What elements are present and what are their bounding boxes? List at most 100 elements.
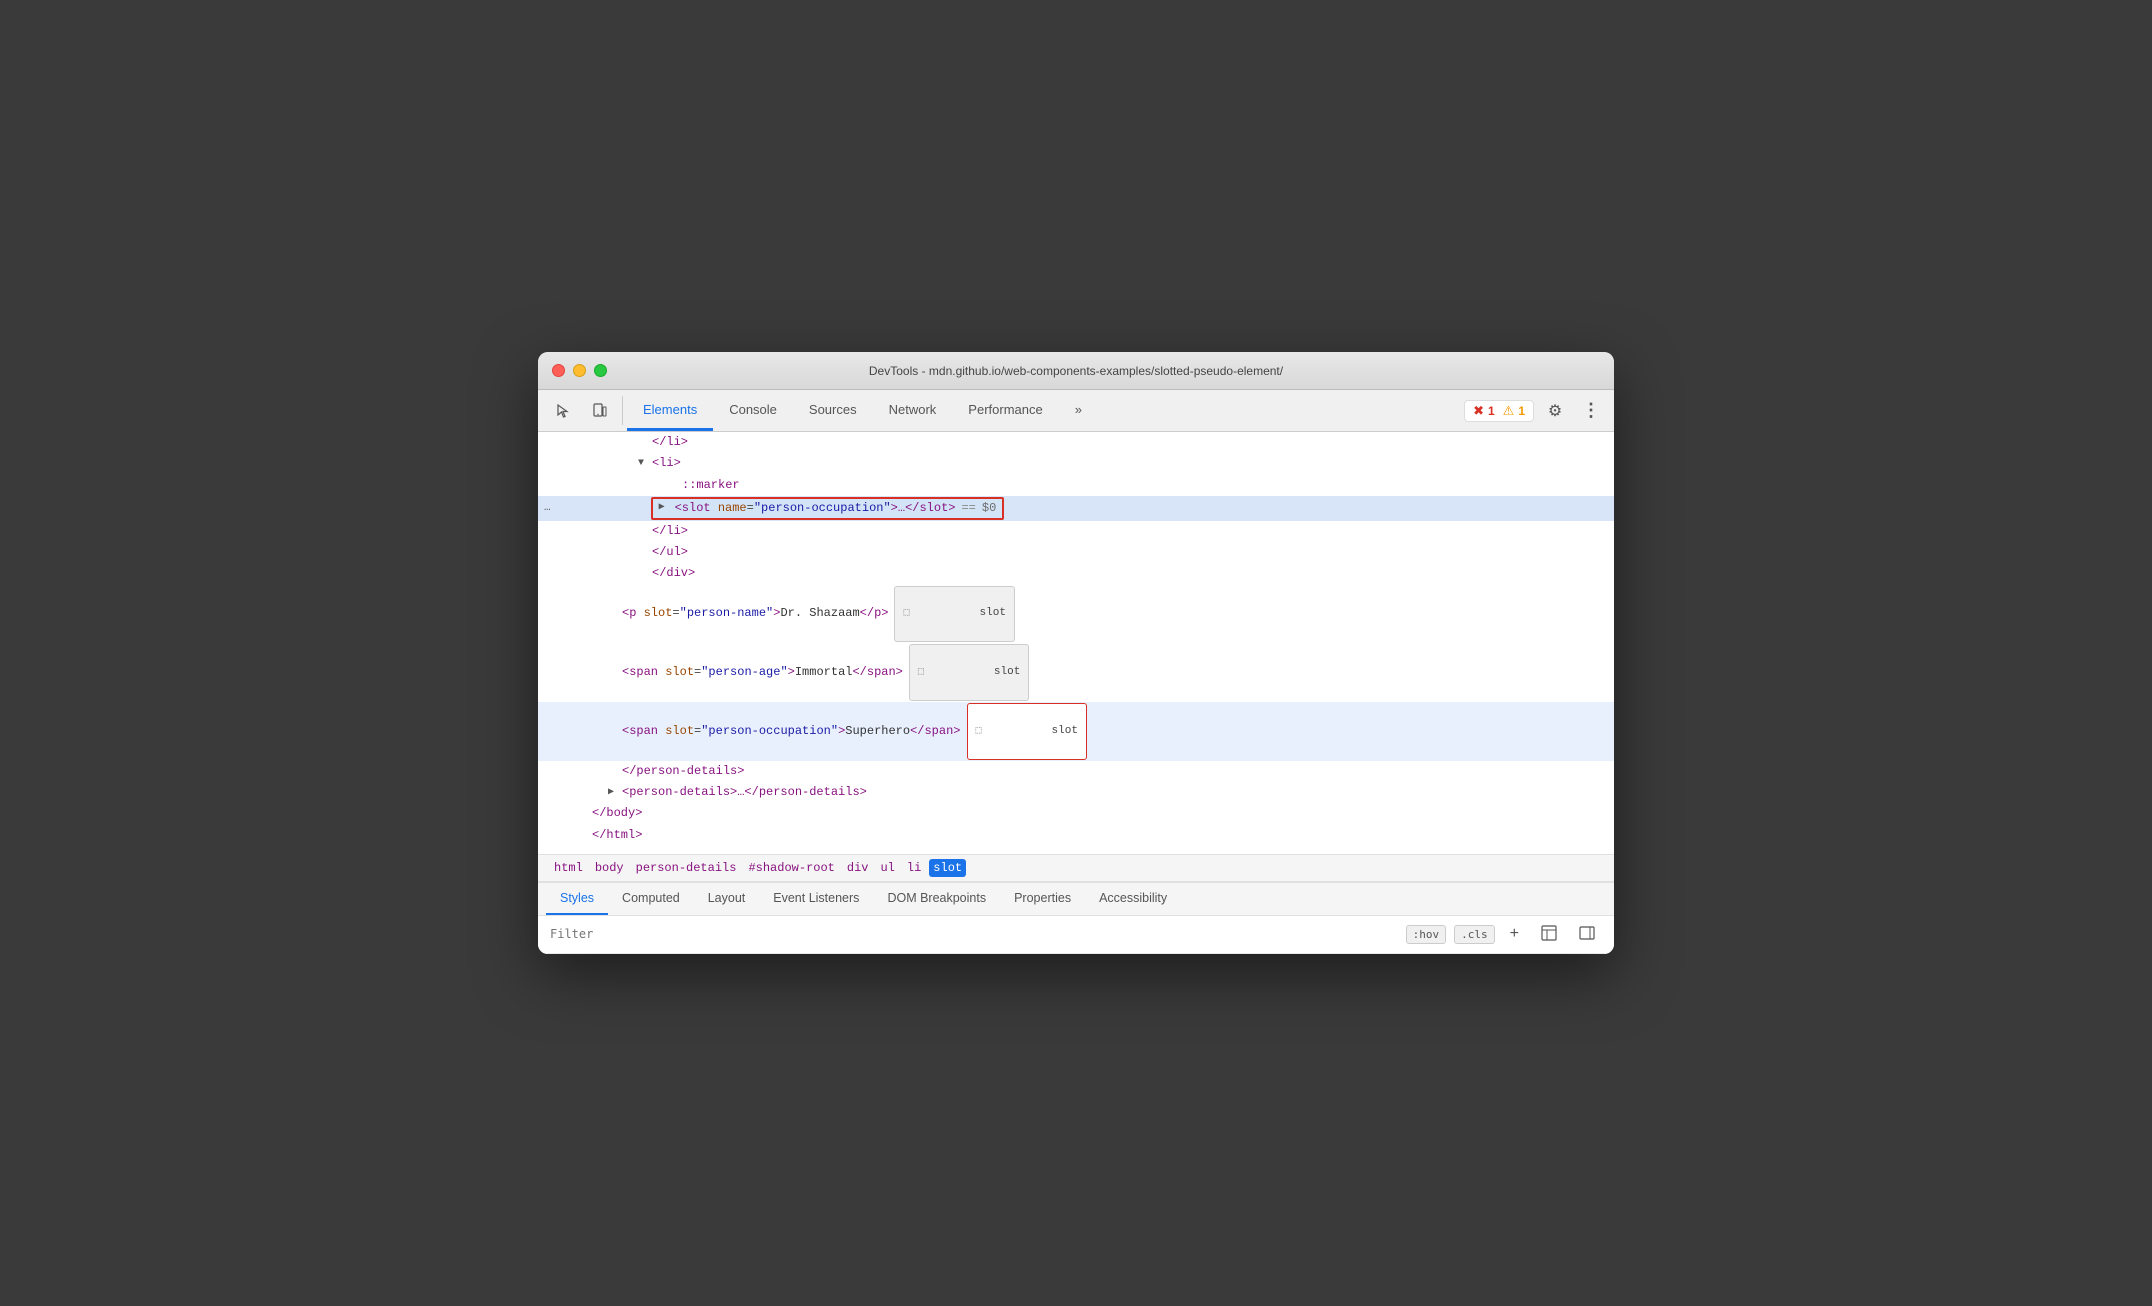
tab-elements[interactable]: Elements <box>627 390 713 431</box>
filter-input[interactable] <box>550 927 1398 941</box>
tag-li-close: </li> <box>652 433 688 452</box>
xml-line-html-close[interactable]: </html> <box>538 825 1614 846</box>
tab-styles[interactable]: Styles <box>546 883 608 915</box>
device-mode-button[interactable] <box>582 390 618 431</box>
sidebar-icon-button[interactable] <box>1572 922 1602 947</box>
tag-span-occ-gt: > <box>838 722 845 741</box>
more-icon: ⋮ <box>1582 400 1600 421</box>
tag-slot-open: <slot <box>675 499 718 518</box>
breadcrumb-shadow-root[interactable]: #shadow-root <box>744 859 838 877</box>
slot-badge-name[interactable]: ⬚ slot <box>894 586 1014 643</box>
settings-button[interactable]: ⚙ <box>1540 396 1570 426</box>
tab-more[interactable]: » <box>1059 390 1098 431</box>
computed-icon-button[interactable] <box>1534 922 1564 947</box>
tab-performance[interactable]: Performance <box>952 390 1058 431</box>
traffic-lights <box>552 364 607 377</box>
xml-line-marker[interactable]: ::marker <box>538 475 1614 496</box>
xml-line-person-close[interactable]: </person-details> <box>538 761 1614 782</box>
xml-line-li-close2[interactable]: </li> <box>538 521 1614 542</box>
xml-line-slot[interactable]: … <slot name="person-occupation">…</slot… <box>538 496 1614 521</box>
inspect-element-button[interactable] <box>546 390 582 431</box>
tag-p-gt: > <box>773 604 780 623</box>
tab-sources[interactable]: Sources <box>793 390 873 431</box>
error-icon: ✖ <box>1473 403 1484 419</box>
attr-val-person-name: "person-name" <box>680 604 774 623</box>
titlebar: DevTools - mdn.github.io/web-components-… <box>538 352 1614 390</box>
attr-value-person-occupation: "person-occupation" <box>754 499 891 518</box>
xml-line-person-open[interactable]: <person-details>…</person-details> <box>538 782 1614 803</box>
slot-badge-icon-3: ⬚ <box>976 724 982 740</box>
tab-properties[interactable]: Properties <box>1000 883 1085 915</box>
xml-line-li-open[interactable]: <li> <box>538 453 1614 474</box>
breadcrumb-div[interactable]: div <box>843 859 873 877</box>
tag-ul-close: </ul> <box>652 543 688 562</box>
triangle-li[interactable] <box>638 456 652 472</box>
cursor-icon <box>556 403 572 419</box>
dots-button[interactable]: … <box>538 500 557 518</box>
xml-line-li-close[interactable]: </li> <box>538 432 1614 453</box>
tab-console[interactable]: Console <box>713 390 793 431</box>
warning-count: 1 <box>1518 404 1525 418</box>
slot-badge-icon-1: ⬚ <box>903 606 909 622</box>
maximize-button[interactable] <box>594 364 607 377</box>
breadcrumb-ul[interactable]: ul <box>876 859 898 877</box>
sidebar-icon <box>1579 925 1595 941</box>
xml-line-p-slot[interactable]: <p slot="person-name">Dr. Shazaam</p> ⬚ … <box>538 585 1614 644</box>
tab-layout[interactable]: Layout <box>694 883 760 915</box>
tab-computed[interactable]: Computed <box>608 883 694 915</box>
tab-dom-breakpoints[interactable]: DOM Breakpoints <box>873 883 1000 915</box>
xml-line-span-occ[interactable]: <span slot="person-occupation">Superhero… <box>538 702 1614 761</box>
toolbar-separator-1 <box>622 396 623 425</box>
xml-line-div-close[interactable]: </div> <box>538 563 1614 584</box>
add-style-button[interactable]: + <box>1503 922 1526 946</box>
tab-network[interactable]: Network <box>873 390 953 431</box>
attr-val-person-occ: "person-occupation" <box>701 722 838 741</box>
more-button[interactable]: ⋮ <box>1576 396 1606 426</box>
breadcrumb-person-details[interactable]: person-details <box>632 859 741 877</box>
breadcrumb-body[interactable]: body <box>591 859 628 877</box>
tab-accessibility[interactable]: Accessibility <box>1085 883 1181 915</box>
triangle-person[interactable] <box>608 785 622 801</box>
attr-name-name: name <box>718 499 747 518</box>
eq3: = <box>694 722 701 741</box>
attr-slot1: slot <box>644 604 673 623</box>
hov-button[interactable]: :hov <box>1406 925 1447 944</box>
minimize-button[interactable] <box>573 364 586 377</box>
tag-span-occ-open: <span <box>622 722 665 741</box>
devtools-window: DevTools - mdn.github.io/web-components-… <box>538 352 1614 953</box>
cls-button[interactable]: .cls <box>1454 925 1495 944</box>
tag-span-age-open: <span <box>622 663 665 682</box>
tag-div-close: </div> <box>652 564 695 583</box>
breadcrumb-html[interactable]: html <box>550 859 587 877</box>
xml-line-span-age[interactable]: <span slot="person-age">Immortal</span> … <box>538 643 1614 702</box>
elements-panel: </li> <li> ::marker … <slot name="pe <box>538 432 1614 853</box>
slot-badge-age[interactable]: ⬚ slot <box>909 644 1029 701</box>
window-title: DevTools - mdn.github.io/web-components-… <box>869 364 1283 378</box>
toolbar-right: ✖ 1 ⚠ 1 ⚙ ⋮ <box>1464 390 1606 431</box>
slot-badge-icon-2: ⬚ <box>918 665 924 681</box>
gear-icon: ⚙ <box>1548 401 1562 421</box>
breadcrumb-slot[interactable]: slot <box>929 859 966 877</box>
tag-person-close: </person-details> <box>622 762 744 781</box>
layout-icon <box>1541 925 1557 941</box>
eq1: = <box>672 604 679 623</box>
device-icon <box>592 403 608 419</box>
toolbar-tabs: Elements Console Sources Network Perform… <box>627 390 1464 431</box>
attr-slot2: slot <box>665 663 694 682</box>
triangle-slot[interactable] <box>659 500 673 516</box>
breadcrumb-li[interactable]: li <box>903 859 925 877</box>
tag-slot-close: >…</slot> <box>891 499 956 518</box>
text-drshazaam: Dr. Shazaam <box>780 604 859 623</box>
error-warning-badge[interactable]: ✖ 1 ⚠ 1 <box>1464 400 1534 422</box>
close-button[interactable] <box>552 364 565 377</box>
xml-line-body-close[interactable]: </body> <box>538 803 1614 824</box>
slot-badge-occupation[interactable]: ⬚ slot <box>967 703 1087 760</box>
tab-event-listeners[interactable]: Event Listeners <box>759 883 873 915</box>
xml-line-ul-close[interactable]: </ul> <box>538 542 1614 563</box>
devtools-toolbar: Elements Console Sources Network Perform… <box>538 390 1614 432</box>
tag-html-close: </html> <box>592 826 642 845</box>
eq2: = <box>694 663 701 682</box>
slot-node-box: <slot name="person-occupation">…</slot> … <box>651 497 1005 520</box>
text-superhero: Superhero <box>845 722 910 741</box>
breadcrumb-bar: html body person-details #shadow-root di… <box>538 854 1614 882</box>
